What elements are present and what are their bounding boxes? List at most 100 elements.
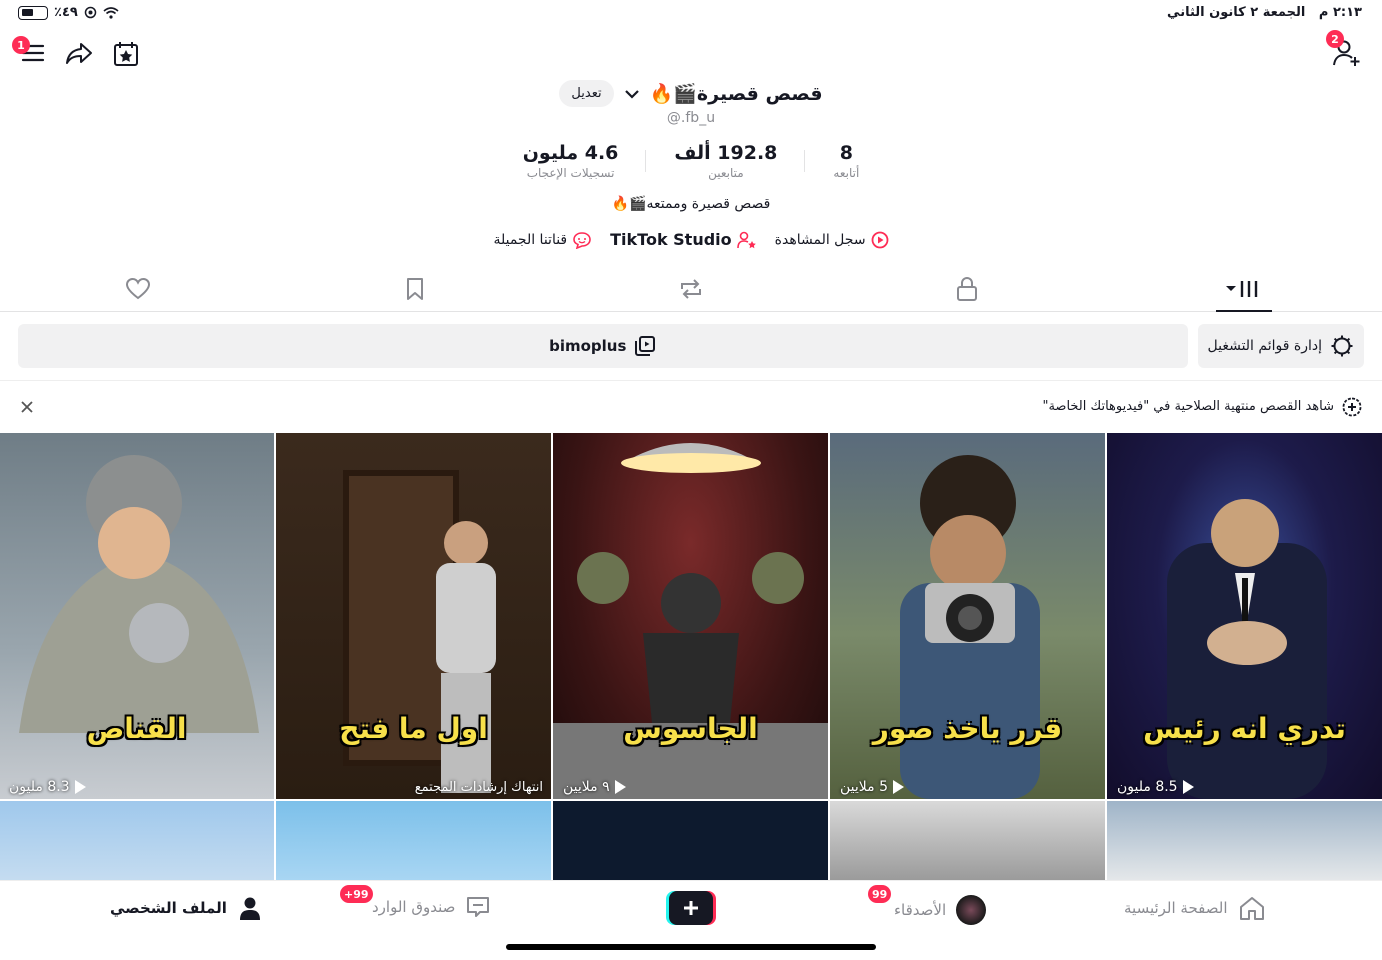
nav-profile[interactable]: الملف الشخصي	[110, 895, 263, 921]
video-thumbnail[interactable]: الجاسوس ٩ ملايين	[553, 433, 828, 799]
battery-icon	[18, 5, 48, 20]
status-bar: ٢:١٣ م الجمعة ٢ كانون الثاني ٪٤٩	[0, 0, 1382, 28]
share-button[interactable]	[64, 38, 94, 68]
add-story-icon	[1342, 397, 1362, 416]
profile-bio: قصص قصيرة وممتعه🎬🔥	[611, 196, 771, 212]
video-thumbnail[interactable]	[276, 801, 551, 880]
menu-badge: 1	[12, 36, 30, 54]
likes-label: تسجيلات الإعجاب	[526, 166, 615, 180]
video-caption: قرر ياخذ صور	[872, 712, 1063, 745]
profile-links: سجل المشاهدة TikTok Studio قناتنا الجميل…	[0, 230, 1382, 249]
following-stat[interactable]: 8 أتابعه	[805, 142, 887, 180]
create-button[interactable]	[666, 891, 716, 925]
inbox-icon	[467, 897, 490, 917]
tiktok-studio-label: TikTok Studio	[610, 230, 732, 249]
followers-count: 192.8 ألف	[674, 142, 778, 164]
manage-playlists-button[interactable]: إدارة قوائم التشغيل	[1197, 324, 1364, 368]
videos-grid-icon	[1225, 280, 1257, 297]
edit-profile-button[interactable]: تعديل	[559, 80, 614, 107]
watch-history-label: سجل المشاهدة	[774, 231, 866, 248]
following-count: 8	[839, 142, 853, 164]
nav-friends[interactable]: الأصدقاء 99	[868, 885, 987, 925]
video-thumbnail[interactable]	[830, 801, 1105, 880]
calendar-button[interactable]	[110, 38, 142, 70]
video-thumbnail[interactable]: القناص 8.3 مليون	[0, 433, 274, 799]
battery-level: ٪٤٩	[54, 5, 78, 20]
nav-inbox[interactable]: صندوق الوارد 99+	[340, 885, 491, 919]
followers-label: متابعين	[708, 166, 744, 180]
plus-icon	[666, 891, 716, 925]
play-icon	[614, 780, 626, 794]
nav-profile-label: الملف الشخصي	[110, 899, 227, 917]
tab-videos[interactable]	[1106, 266, 1382, 312]
nav-home[interactable]: الصفحة الرئيسية	[1124, 895, 1266, 921]
video-caption: الجاسوس	[623, 712, 758, 745]
status-indicators: ٪٤٩	[18, 5, 119, 20]
following-label: أتابعه	[833, 166, 860, 180]
add-friends-button[interactable]: 2	[1326, 30, 1364, 70]
bookmark-icon	[406, 277, 423, 300]
friends-badge: 99	[868, 885, 892, 903]
video-thumbnail[interactable]: تدري انه رئيس 8.5 مليون	[1107, 433, 1382, 799]
chat-bubble-icon	[573, 231, 591, 249]
tab-reposts[interactable]	[553, 266, 829, 311]
status-time: ٢:١٣ م	[1318, 5, 1362, 20]
video-thumbnail[interactable]	[1107, 801, 1382, 880]
calendar-star-icon	[114, 42, 138, 66]
tab-liked[interactable]	[0, 266, 276, 311]
channel-link[interactable]: قناتنا الجميلة	[493, 230, 592, 249]
share-arrow-icon	[66, 43, 92, 64]
repost-icon	[680, 278, 701, 299]
manage-playlists-label: إدارة قوائم التشغيل	[1207, 338, 1323, 354]
view-count-text: 8.3 مليون	[9, 779, 70, 795]
playlist-icon	[635, 336, 656, 356]
followers-stat[interactable]: 192.8 ألف متابعين	[646, 142, 806, 180]
play-icon	[74, 780, 86, 794]
tab-private[interactable]	[829, 266, 1105, 311]
lock-icon	[957, 276, 978, 301]
nav-inbox-label: صندوق الوارد	[372, 898, 456, 916]
video-thumbnail[interactable]: اول ما فتح انتهاك إرشادات المجتمع	[276, 433, 551, 799]
gear-icon	[1331, 335, 1353, 357]
video-caption: القناص	[86, 712, 187, 745]
view-count: ٩ ملايين	[563, 779, 626, 795]
status-datetime: ٢:١٣ م الجمعة ٢ كانون الثاني	[1167, 5, 1362, 20]
video-thumbnail[interactable]	[0, 801, 274, 880]
person-icon	[239, 897, 260, 920]
playlist-name: bimoplus	[549, 337, 627, 355]
status-date: الجمعة ٢ كانون الثاني	[1167, 5, 1306, 20]
profile-stats: 8 أتابعه 192.8 ألف متابعين 4.6 مليون تسج…	[0, 142, 1382, 180]
likes-stat[interactable]: 4.6 مليون تسجيلات الإعجاب	[495, 142, 647, 180]
username: @.fb_u	[666, 110, 716, 126]
home-icon	[1239, 897, 1264, 920]
watch-history-link[interactable]: سجل المشاهدة	[775, 230, 889, 249]
nav-friends-label: الأصدقاء	[894, 901, 947, 919]
view-count: 5 ملايين	[840, 779, 905, 795]
inbox-badge: 99+	[340, 885, 373, 903]
creator-icon	[736, 231, 756, 248]
video-thumbnail[interactable]: قرر ياخذ صور 5 ملايين	[830, 433, 1105, 799]
focus-icon	[84, 6, 97, 19]
heart-icon	[126, 277, 151, 299]
view-count-text: ٩ ملايين	[563, 779, 610, 795]
wifi-icon	[103, 6, 119, 19]
video-caption: تدري انه رئيس	[1143, 712, 1346, 745]
close-icon[interactable]	[20, 400, 34, 414]
video-thumbnail[interactable]	[553, 801, 828, 880]
view-count: 8.3 مليون	[9, 779, 86, 795]
playlists-row: إدارة قوائم التشغيل bimoplus	[18, 324, 1364, 368]
chevron-down-icon[interactable]	[624, 89, 640, 99]
playlist-bimoplus[interactable]: bimoplus	[18, 324, 1188, 368]
play-icon	[893, 780, 905, 794]
menu-button[interactable]: 1	[12, 36, 48, 68]
tab-saved[interactable]	[276, 266, 552, 311]
view-count: 8.5 مليون	[1117, 779, 1194, 795]
expired-stories-notice: شاهد القصص منتهية الصلاحية في "فيديوهاتك…	[0, 380, 1382, 432]
view-count-text: 5 ملايين	[840, 779, 889, 795]
profile-name-row: تعديل قصص قصيرة🎬🔥	[0, 80, 1382, 107]
likes-count: 4.6 مليون	[522, 142, 619, 164]
play-icon	[1182, 780, 1194, 794]
video-caption: اول ما فتح	[339, 712, 488, 745]
tiktok-studio-link[interactable]: TikTok Studio	[610, 230, 757, 249]
notice-text: شاهد القصص منتهية الصلاحية في "فيديوهاتك…	[1042, 399, 1334, 414]
